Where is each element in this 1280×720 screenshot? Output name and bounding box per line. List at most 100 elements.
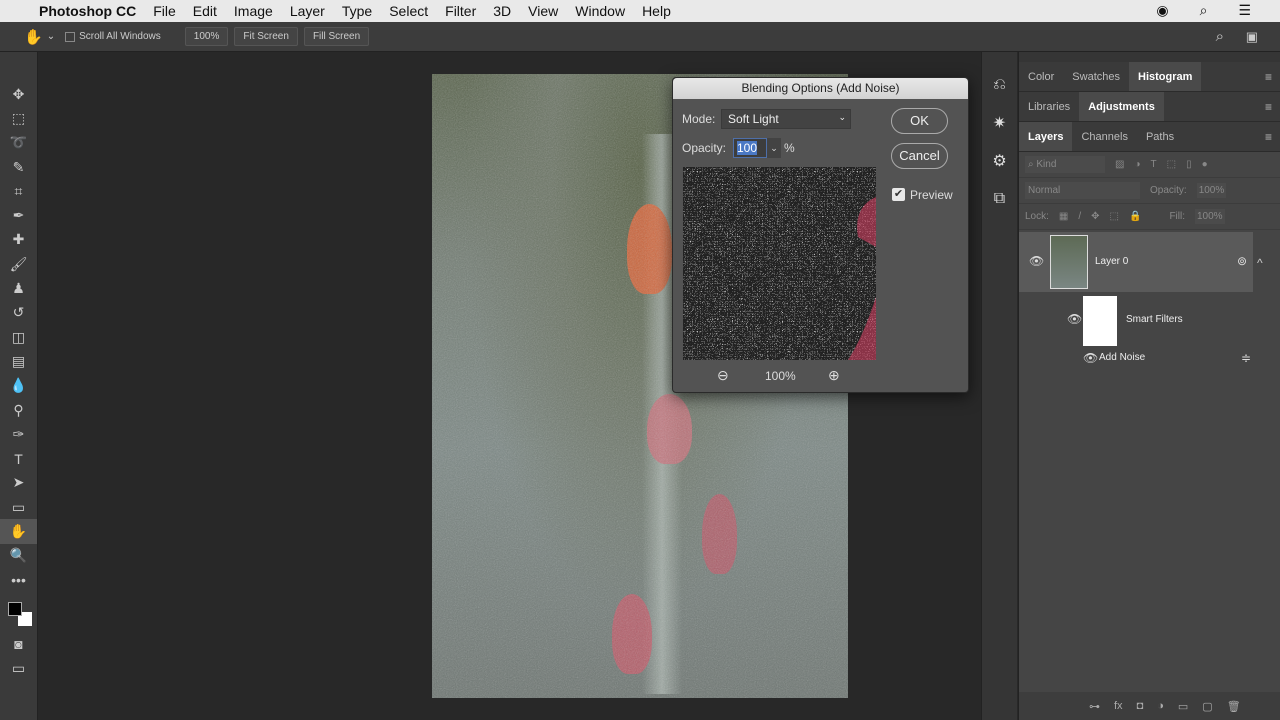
visibility-eye-icon[interactable]: 👁 bbox=[1067, 312, 1082, 326]
history-brush-tool-icon[interactable]: ↺ bbox=[0, 301, 37, 325]
lock-position-icon[interactable]: ✥ bbox=[1091, 211, 1099, 222]
rectangle-tool-icon[interactable]: ▭ bbox=[0, 495, 37, 519]
fill-screen-button[interactable]: Fill Screen bbox=[303, 27, 370, 46]
fit-screen-button[interactable]: Fit Screen bbox=[234, 27, 298, 46]
zoom-out-icon[interactable]: ⊖ bbox=[717, 367, 729, 384]
hand-tool-icon[interactable]: ✋ bbox=[0, 519, 37, 544]
brush-tool-icon[interactable]: 🖌 bbox=[0, 252, 37, 276]
menu-layer[interactable]: Layer bbox=[290, 3, 325, 19]
ok-button[interactable]: OK bbox=[891, 108, 948, 134]
blur-tool-icon[interactable]: 💧 bbox=[0, 374, 37, 398]
search-icon[interactable]: ⌕ bbox=[1216, 28, 1224, 45]
tab-swatches[interactable]: Swatches bbox=[1063, 62, 1129, 91]
adjustment-filter-icon[interactable]: ◑ bbox=[1134, 159, 1140, 170]
tab-layers[interactable]: Layers bbox=[1019, 122, 1073, 151]
menu-app[interactable]: Photoshop CC bbox=[39, 3, 136, 19]
more-tool-icon[interactable]: ••• bbox=[0, 568, 37, 592]
gradient-tool-icon[interactable]: ▤ bbox=[0, 349, 37, 373]
menu-filter[interactable]: Filter bbox=[445, 3, 476, 19]
list-icon[interactable]: ☰ bbox=[1238, 2, 1251, 19]
menu-window[interactable]: Window bbox=[575, 3, 625, 19]
menu-3d[interactable]: 3D bbox=[493, 3, 511, 19]
lock-brush-icon[interactable]: / bbox=[1078, 211, 1081, 222]
fx-icon[interactable]: fx bbox=[1114, 700, 1123, 712]
panel-menu-icon[interactable]: ≡ bbox=[1265, 100, 1272, 114]
kind-filter[interactable]: ⌕ Kind bbox=[1025, 156, 1105, 173]
marquee-tool-icon[interactable]: ⬚ bbox=[0, 106, 37, 130]
tab-paths[interactable]: Paths bbox=[1137, 122, 1183, 151]
pen-tool-icon[interactable]: ✑ bbox=[0, 422, 37, 446]
menu-edit[interactable]: Edit bbox=[193, 3, 217, 19]
quick-select-tool-icon[interactable]: ✎ bbox=[0, 155, 37, 179]
foreground-color[interactable] bbox=[8, 602, 22, 617]
visibility-eye-icon[interactable]: 👁 bbox=[1083, 351, 1098, 365]
menu-view[interactable]: View bbox=[528, 3, 558, 19]
tab-libraries[interactable]: Libraries bbox=[1019, 92, 1079, 121]
lock-pixels-icon[interactable]: ▦ bbox=[1059, 211, 1068, 222]
filter-mask-thumbnail[interactable] bbox=[1083, 296, 1117, 346]
blending-options-icon[interactable]: ≑ bbox=[1241, 351, 1251, 365]
quick-mask-icon[interactable]: ◙ bbox=[0, 632, 37, 656]
creative-cloud-icon[interactable]: ◉ bbox=[1156, 2, 1168, 19]
adjustment-icon[interactable]: ◑ bbox=[1157, 700, 1164, 712]
search-icon[interactable]: ⌕ bbox=[1200, 2, 1208, 19]
zoom-in-icon[interactable]: ⊕ bbox=[828, 367, 840, 384]
link-icon[interactable]: ⊶ bbox=[1089, 700, 1100, 713]
type-tool-icon[interactable]: T bbox=[0, 446, 37, 470]
tab-channels[interactable]: Channels bbox=[1072, 122, 1136, 151]
layer-row-add-noise[interactable]: 👁 Add Noise ≑ bbox=[1019, 350, 1280, 368]
lasso-tool-icon[interactable]: ➰ bbox=[0, 131, 37, 155]
menu-type[interactable]: Type bbox=[342, 3, 372, 19]
menu-image[interactable]: Image bbox=[234, 3, 273, 19]
chevron-down-icon[interactable]: ⌄ bbox=[47, 31, 55, 42]
menu-file[interactable]: File bbox=[153, 3, 176, 19]
eraser-tool-icon[interactable]: ◫ bbox=[0, 325, 37, 349]
mask-icon[interactable]: ◘ bbox=[1137, 700, 1144, 712]
blend-mode-select[interactable]: Normal bbox=[1025, 182, 1140, 199]
menu-select[interactable]: Select bbox=[389, 3, 428, 19]
stamp-tool-icon[interactable]: ♟ bbox=[0, 276, 37, 300]
type-filter-icon[interactable]: T bbox=[1151, 159, 1157, 170]
pixel-filter-icon[interactable]: ▨ bbox=[1115, 159, 1124, 170]
glyphs-icon[interactable]: ⧉ bbox=[982, 180, 1017, 218]
cancel-button[interactable]: Cancel bbox=[891, 143, 948, 169]
layer-name[interactable]: Layer 0 bbox=[1095, 256, 1128, 267]
properties-icon[interactable]: ⚙ bbox=[982, 142, 1017, 180]
panel-menu-icon[interactable]: ≡ bbox=[1265, 130, 1272, 144]
lock-all-icon[interactable]: 🔒 bbox=[1129, 211, 1141, 222]
smart-object-filter-icon[interactable]: ▯ bbox=[1186, 159, 1192, 170]
healing-tool-icon[interactable]: ✚ bbox=[0, 228, 37, 252]
menu-help[interactable]: Help bbox=[642, 3, 671, 19]
crop-tool-icon[interactable]: ⌗ bbox=[0, 179, 37, 203]
zoom-tool-icon[interactable]: 🔍 bbox=[0, 544, 37, 568]
mode-select[interactable]: Soft Light ⌄ bbox=[721, 109, 851, 129]
smart-filter-icon[interactable]: ⊚ bbox=[1237, 254, 1247, 268]
group-icon[interactable]: ▭ bbox=[1178, 700, 1188, 713]
workspace-icon[interactable]: ▣ bbox=[1246, 29, 1258, 45]
fill-input[interactable]: 100% bbox=[1195, 209, 1225, 224]
new-layer-icon[interactable]: ▢ bbox=[1202, 700, 1212, 713]
filter-toggle-icon[interactable]: ● bbox=[1202, 159, 1208, 170]
dodge-tool-icon[interactable]: ⚲ bbox=[0, 398, 37, 422]
move-tool-icon[interactable]: ✥ bbox=[0, 82, 37, 106]
visibility-eye-icon[interactable]: 👁 bbox=[1029, 254, 1044, 268]
scroll-all-checkbox[interactable] bbox=[65, 31, 76, 42]
opacity-input[interactable]: 100% bbox=[1196, 183, 1227, 198]
history-icon[interactable]: ⎌ bbox=[982, 66, 1017, 104]
shape-filter-icon[interactable]: ⬚ bbox=[1167, 159, 1176, 170]
screen-mode-icon[interactable]: ▭ bbox=[0, 657, 37, 681]
zoom-100-button[interactable]: 100% bbox=[184, 27, 229, 46]
tab-color[interactable]: Color bbox=[1019, 62, 1063, 91]
brush-settings-icon[interactable]: ✷ bbox=[982, 104, 1017, 142]
lock-artboard-icon[interactable]: ⬚ bbox=[1110, 211, 1119, 222]
layer-row-layer0[interactable]: 👁 Layer 0 ⊚ bbox=[1019, 232, 1253, 292]
tab-adjustments[interactable]: Adjustments bbox=[1079, 92, 1164, 121]
preview-window[interactable] bbox=[683, 167, 876, 360]
panel-menu-icon[interactable]: ≡ bbox=[1265, 70, 1272, 84]
color-swatches[interactable] bbox=[6, 602, 37, 632]
preview-checkbox[interactable]: ✔ bbox=[892, 188, 905, 201]
tab-histogram[interactable]: Histogram bbox=[1129, 62, 1202, 91]
opacity-input[interactable]: 100 bbox=[733, 138, 767, 158]
path-select-tool-icon[interactable]: ➤ bbox=[0, 471, 37, 495]
collapse-arrow-icon[interactable]: ^ bbox=[1257, 256, 1263, 270]
